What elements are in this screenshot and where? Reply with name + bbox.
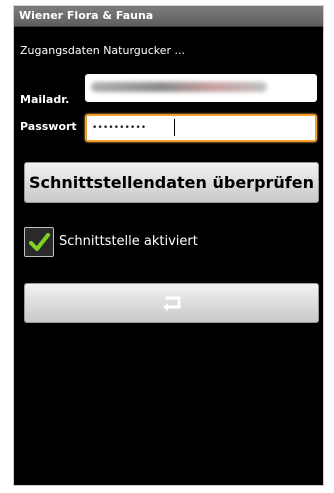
check-interface-button[interactable]: Schnittstellendaten überprüfen <box>24 162 319 203</box>
password-label: Passwort <box>20 120 77 133</box>
back-button[interactable] <box>24 283 319 323</box>
app-screen: Wiener Flora & Fauna Zugangsdaten Naturg… <box>13 5 324 486</box>
title-bar: Wiener Flora & Fauna <box>14 6 323 27</box>
interface-active-label: Schnittstelle aktiviert <box>59 234 198 249</box>
interface-active-checkbox[interactable] <box>24 227 54 257</box>
mail-input[interactable] <box>85 74 317 102</box>
password-input[interactable]: •••••••••• <box>85 114 317 142</box>
check-icon <box>29 233 50 251</box>
check-interface-button-label: Schnittstellendaten überprüfen <box>28 173 315 192</box>
text-cursor <box>174 119 175 136</box>
mail-label: Mailadr. <box>20 93 70 106</box>
app-title: Wiener Flora & Fauna <box>19 9 154 22</box>
return-arrow-icon <box>163 296 181 311</box>
password-value: •••••••••• <box>92 123 147 133</box>
section-subtitle: Zugangsdaten Naturgucker ... <box>20 44 186 57</box>
redacted-mail-value <box>91 82 267 92</box>
